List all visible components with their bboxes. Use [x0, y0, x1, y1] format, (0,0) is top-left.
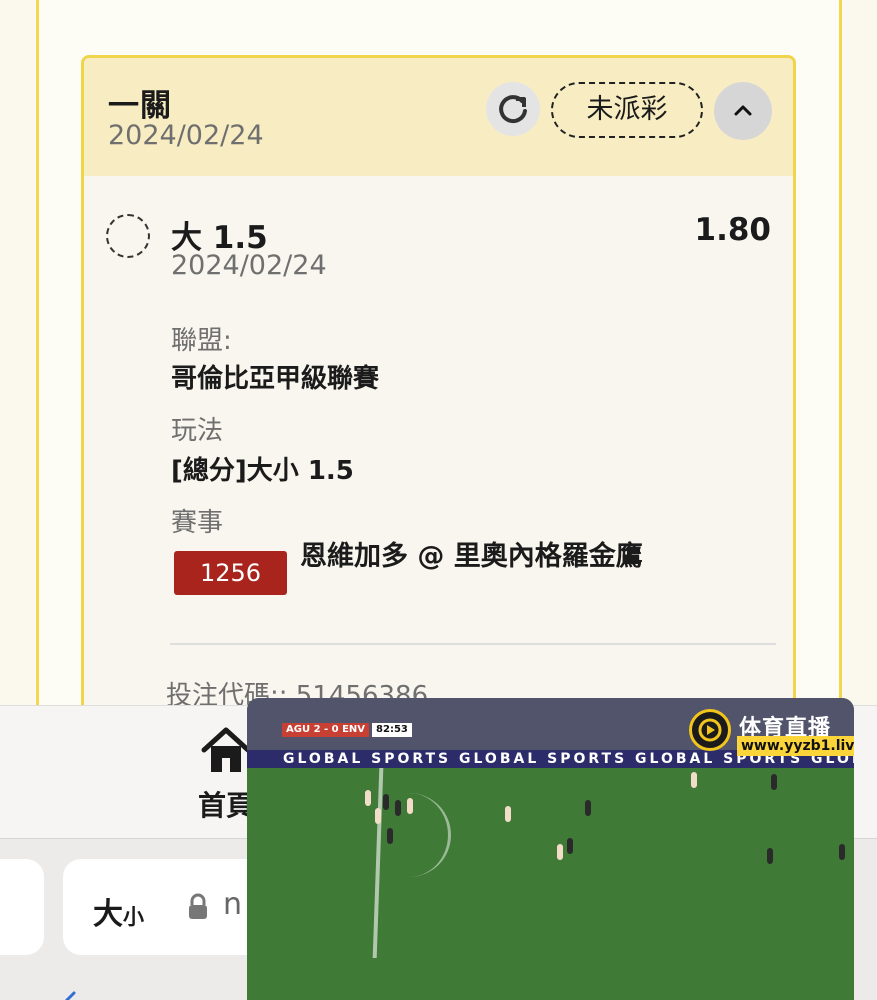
player	[407, 798, 413, 814]
chevron-left-icon[interactable]	[60, 989, 80, 1000]
watermark-logo	[689, 709, 731, 751]
watermark-url: www.yyzb1.live	[737, 736, 854, 756]
match-clock: 82:53	[372, 723, 412, 737]
bet-date: 2024/02/24	[108, 120, 264, 151]
collapse-button[interactable]	[714, 82, 772, 140]
selection-date: 2024/02/24	[171, 250, 327, 281]
bet-card-header: 一關 2024/02/24 未派彩	[84, 58, 793, 176]
text-size-large: 大	[93, 897, 123, 932]
player	[395, 800, 401, 816]
scorebug: AGU 2 - 0 ENV 82:53	[282, 723, 412, 737]
player	[691, 772, 697, 788]
bet-card: 一關 2024/02/24 未派彩 大 1.5 1.80 2024/02/24 …	[81, 55, 796, 755]
player	[557, 844, 563, 860]
event-id-badge: 1256	[174, 551, 287, 595]
player	[387, 828, 393, 844]
chevron-up-icon	[734, 105, 752, 116]
player	[567, 838, 573, 854]
settlement-status-badge[interactable]: 未派彩	[551, 82, 703, 138]
selection-radio[interactable]	[106, 214, 150, 258]
player	[767, 848, 773, 864]
video-picture-in-picture[interactable]: GLOBAL SPORTS GLOBAL SPORTS GLOBAL SPORT…	[247, 698, 854, 1000]
league-label: 聯盟:	[171, 326, 232, 356]
selection-odds: 1.80	[694, 212, 772, 248]
player	[839, 844, 845, 860]
away-team: ENV	[342, 724, 366, 735]
player	[585, 800, 591, 816]
bet-type-title: 一關	[108, 88, 172, 124]
refresh-button[interactable]	[486, 82, 540, 136]
home-icon	[201, 727, 251, 772]
refresh-icon	[499, 95, 527, 124]
player	[375, 808, 381, 824]
event-label: 賽事	[171, 508, 224, 538]
score: 2 - 0	[313, 724, 339, 735]
divider	[170, 643, 776, 645]
player	[505, 806, 511, 822]
text-size-button[interactable]: 大小	[93, 889, 144, 933]
player	[365, 790, 371, 806]
play-logo-icon	[698, 718, 722, 742]
player	[771, 774, 777, 790]
market-value: [總分]大小 1.5	[171, 456, 354, 486]
text-size-small: 小	[123, 905, 144, 929]
url-text: n	[223, 887, 243, 922]
league-value: 哥倫比亞甲級聯賽	[171, 364, 380, 394]
home-team: AGU	[286, 724, 311, 735]
event-name: 恩維加多 @ 里奧內格羅金鷹	[300, 541, 643, 572]
previous-tab[interactable]	[0, 859, 44, 955]
player	[383, 794, 389, 810]
pitch	[247, 768, 854, 1000]
tab-home-label: 首頁	[198, 789, 255, 822]
lock-icon	[189, 893, 207, 919]
market-label: 玩法	[171, 416, 224, 446]
